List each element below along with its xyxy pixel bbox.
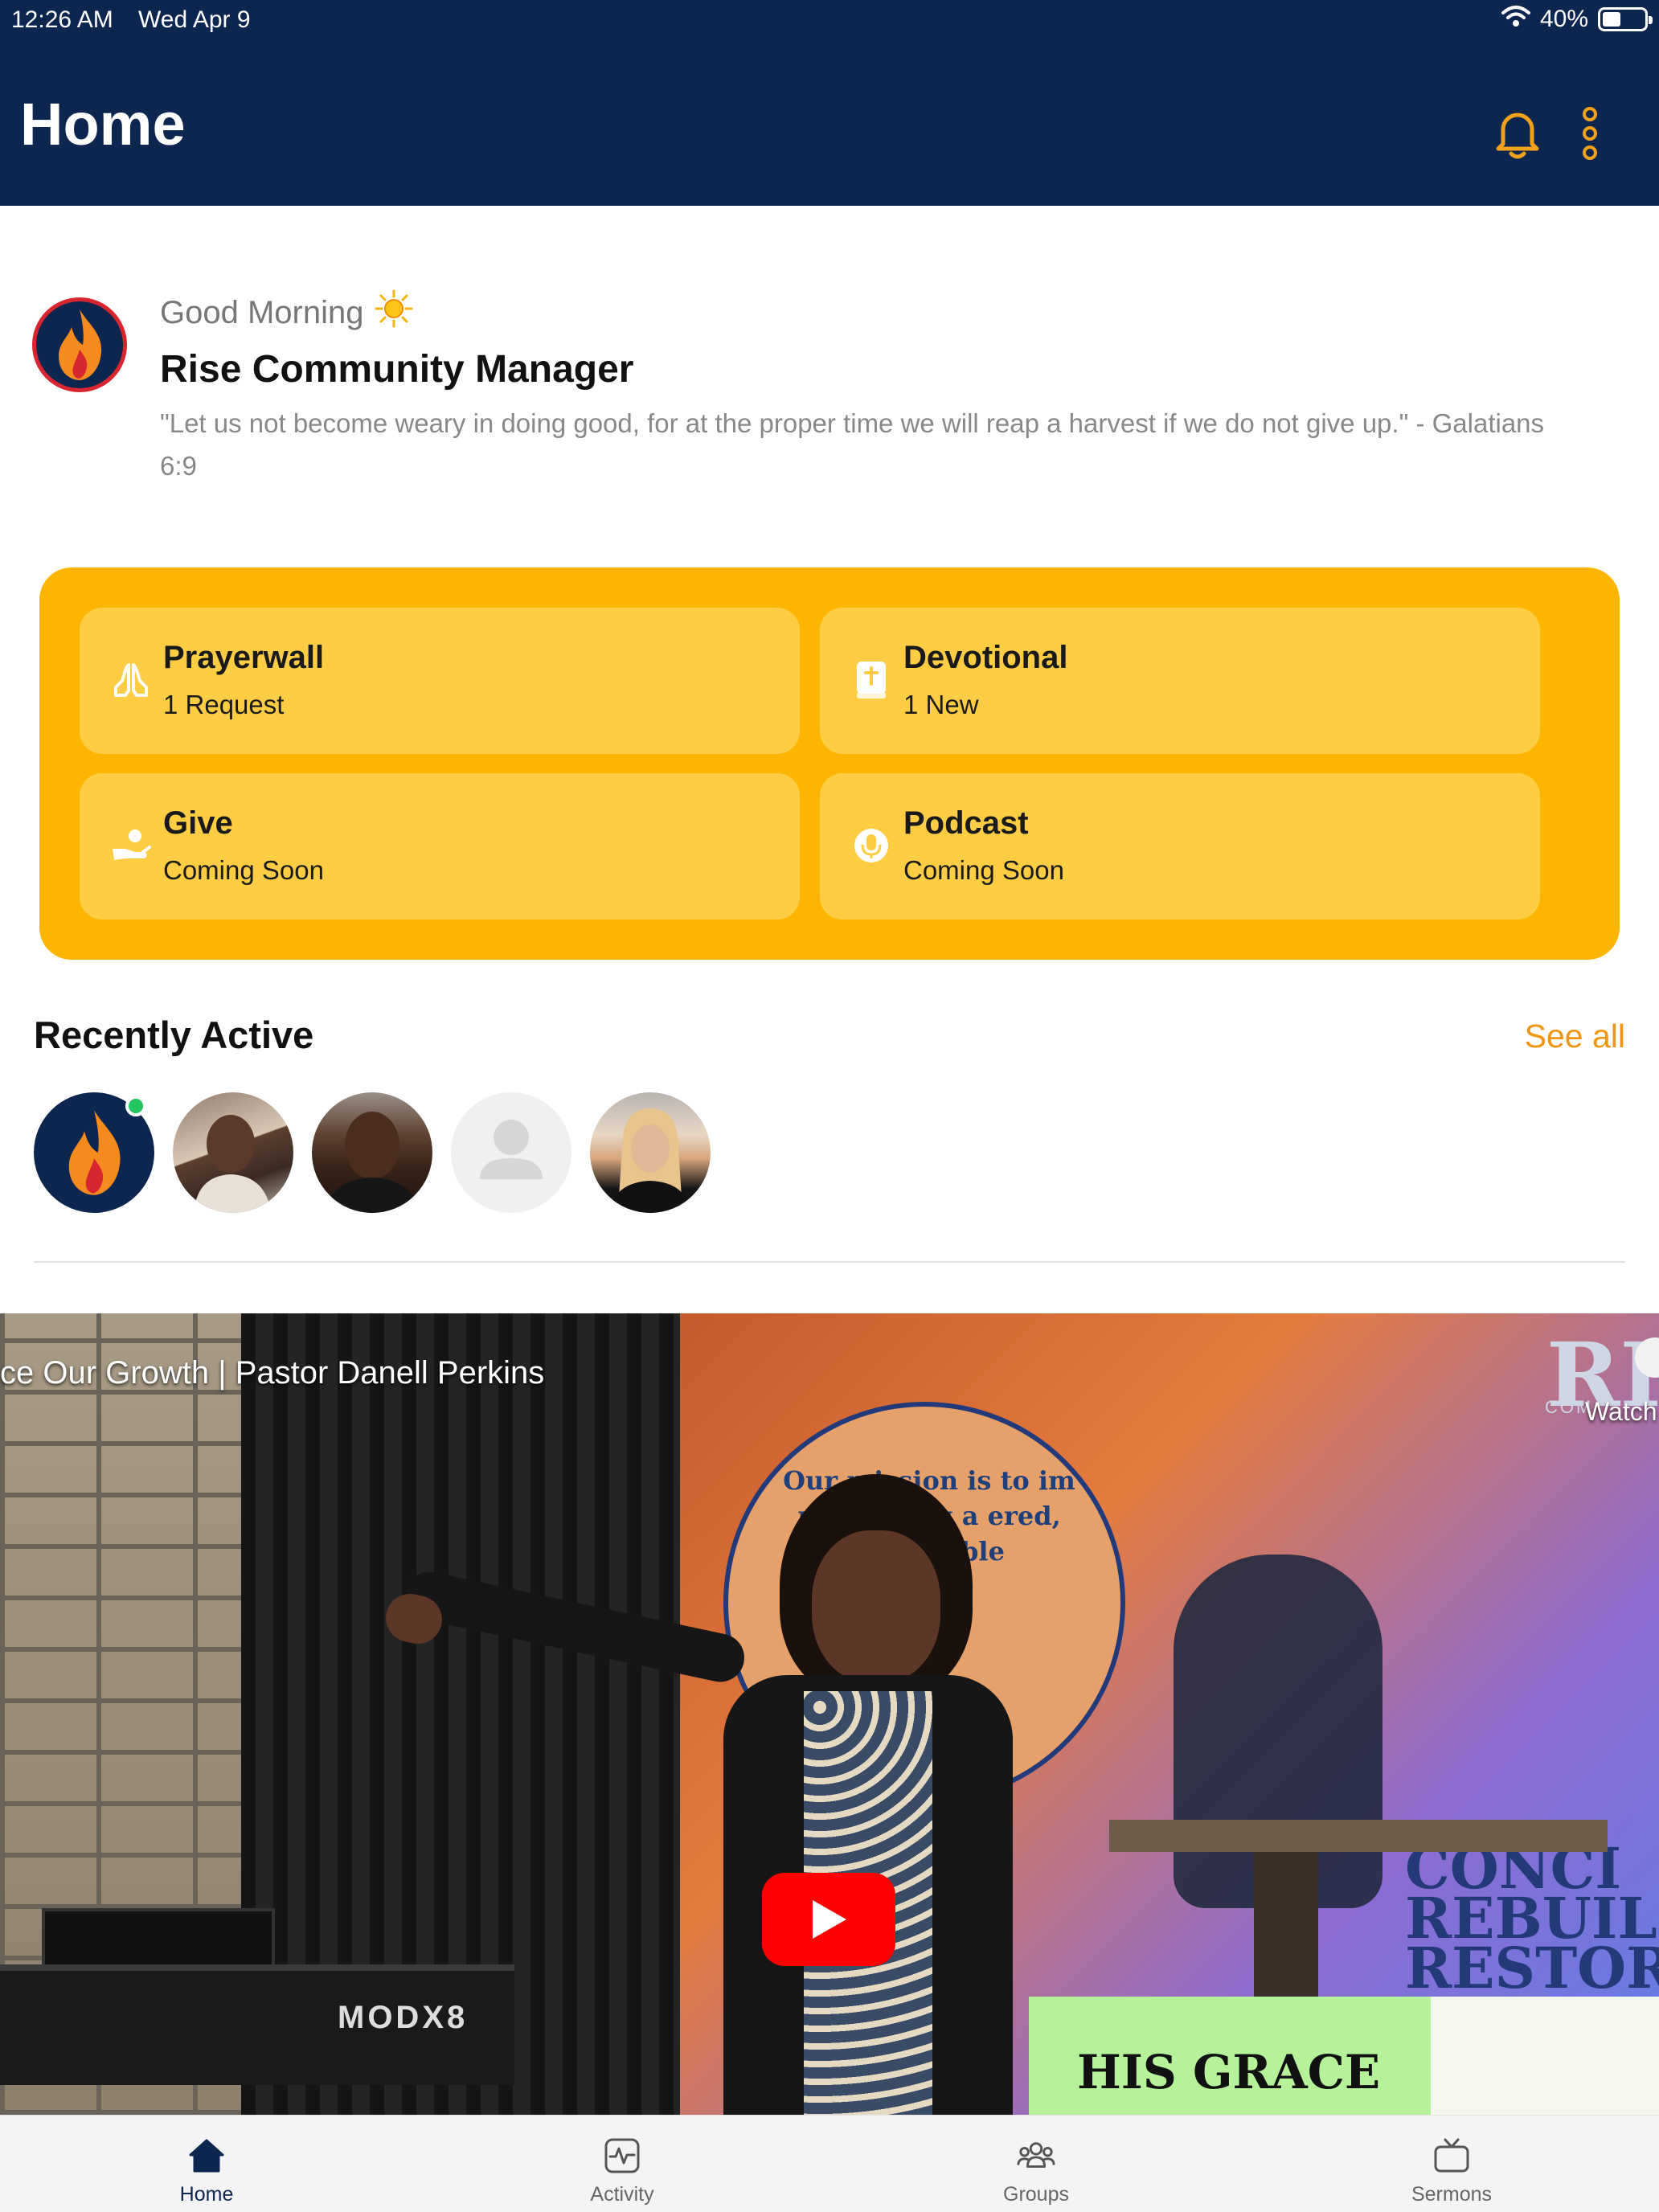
- home-icon: [187, 2136, 226, 2175]
- greeting-label: Good Morning: [160, 289, 413, 336]
- sun-icon: [375, 289, 413, 336]
- status-time: 12:26 AM: [11, 6, 113, 33]
- avatar[interactable]: [451, 1092, 571, 1213]
- avatar[interactable]: [590, 1092, 711, 1213]
- play-icon: [813, 1900, 846, 1939]
- recently-active-heading: Recently Active: [34, 1014, 314, 1056]
- bell-icon[interactable]: [1493, 104, 1542, 162]
- hand-giving-icon: [110, 825, 152, 866]
- prayerwall-card[interactable]: Prayerwall 1 Request: [80, 608, 800, 754]
- section-divider: [34, 1261, 1625, 1263]
- flame-logo-icon: [68, 1110, 121, 1195]
- give-card[interactable]: Give Coming Soon: [80, 773, 800, 920]
- devotional-subtitle: 1 New: [903, 690, 979, 719]
- tab-groups-label: Groups: [1003, 2183, 1069, 2206]
- give-subtitle: Coming Soon: [163, 855, 324, 885]
- page-title: Home: [20, 91, 186, 158]
- user-name: Rise Community Manager: [160, 348, 634, 391]
- podcast-subtitle: Coming Soon: [903, 855, 1064, 885]
- daily-verse: "Let us not become weary in doing good, …: [160, 408, 1545, 481]
- tab-groups[interactable]: Groups: [940, 2116, 1133, 2212]
- video-scene-podium-stand: [1254, 1852, 1318, 2013]
- battery-icon: [1598, 7, 1653, 31]
- avatar[interactable]: [312, 1092, 432, 1213]
- podcast-title: Podcast: [903, 805, 1029, 841]
- video-scene-sign-text: HIS GRACE: [1077, 2045, 1381, 2099]
- status-indicators: 40%: [1501, 5, 1653, 34]
- greeting-section: Good Morning Rise Community Manager "Let…: [0, 206, 1659, 543]
- app-header: 12:26 AM Wed Apr 9 40% Home: [0, 0, 1659, 206]
- tab-home-label: Home: [179, 2183, 234, 2206]
- video-scene-podium: [1109, 1820, 1608, 1852]
- tab-activity-label: Activity: [590, 2183, 654, 2206]
- video-scene-sign-right: [1431, 1997, 1659, 2115]
- battery-percent: 40%: [1539, 6, 1588, 32]
- user-photo: [325, 1112, 420, 1213]
- video-scene-keyboard-label: MODX8: [338, 2000, 469, 2035]
- quick-actions-panel: Prayerwall 1 Request Devotional 1 New Gi…: [39, 567, 1620, 960]
- tab-activity[interactable]: Activity: [526, 2116, 719, 2212]
- bottom-tab-bar: Home Activity Groups Sermons: [0, 2115, 1659, 2212]
- sermon-video-player[interactable]: Our mission is to im mmunity g a ered, v…: [0, 1313, 1659, 2115]
- greeting-text: Good Morning: [160, 294, 364, 330]
- avatar[interactable]: [173, 1092, 293, 1213]
- microphone-icon: [850, 825, 892, 866]
- video-title[interactable]: ce Our Growth | Pastor Danell Perkins: [0, 1355, 544, 1391]
- prayerwall-title: Prayerwall: [163, 640, 325, 675]
- devotional-card[interactable]: Devotional 1 New: [820, 608, 1540, 754]
- video-scene-sign: HIS GRACE: [1029, 1997, 1431, 2115]
- give-title: Give: [163, 805, 233, 841]
- church-logo-avatar: [32, 297, 127, 392]
- user-photo: [194, 1115, 271, 1213]
- default-user-icon: [480, 1120, 543, 1179]
- video-scene-speaker: [381, 1474, 1029, 2115]
- online-status-dot: [125, 1096, 146, 1116]
- tab-sermons[interactable]: Sermons: [1355, 2116, 1548, 2212]
- praying-hands-icon: [110, 659, 152, 701]
- home-screen: 12:26 AM Wed Apr 9 40% Home Good Morning…: [0, 0, 1659, 2212]
- tab-home[interactable]: Home: [110, 2116, 303, 2212]
- more-vertical-icon[interactable]: [1566, 104, 1614, 162]
- flame-logo-icon: [59, 309, 102, 380]
- video-scene-banner-text: CONCI REBUIL RESTOR: [1405, 1835, 1659, 2001]
- prayerwall-subtitle: 1 Request: [163, 690, 285, 719]
- tab-sermons-label: Sermons: [1411, 2183, 1493, 2206]
- activity-icon: [603, 2136, 641, 2175]
- youtube-play-button[interactable]: [762, 1873, 895, 1966]
- podcast-card[interactable]: Podcast Coming Soon: [820, 773, 1540, 920]
- bible-icon: [850, 659, 892, 701]
- tv-icon: [1432, 2136, 1471, 2175]
- devotional-title: Devotional: [903, 640, 1068, 675]
- see-all-link[interactable]: See all: [1525, 1018, 1625, 1055]
- watch-later-label[interactable]: Watch: [1585, 1397, 1657, 1427]
- wifi-icon: [1501, 5, 1530, 34]
- user-photo: [609, 1108, 691, 1213]
- status-date: Wed Apr 9: [138, 6, 251, 33]
- status-bar: 12:26 AM Wed Apr 9 40%: [0, 0, 1659, 40]
- groups-icon: [1017, 2136, 1055, 2175]
